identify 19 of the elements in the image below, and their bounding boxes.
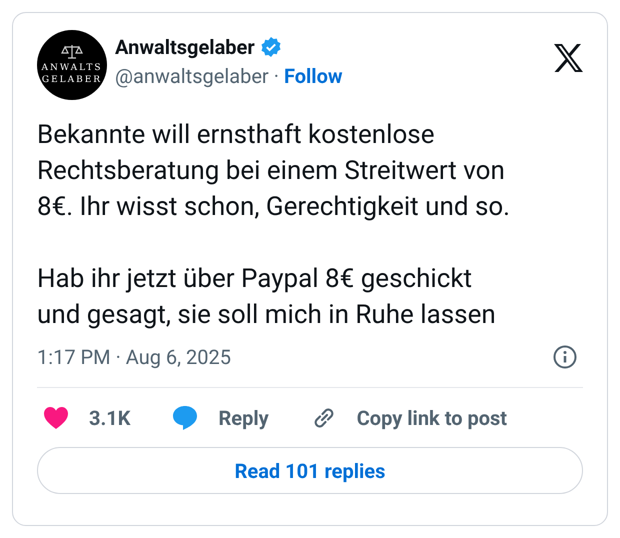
author-handle[interactable]: @anwaltsgelaber [115,62,269,90]
heart-icon [43,406,69,430]
reply-button[interactable]: Reply [172,403,269,433]
avatar-text: GELABER [42,74,102,86]
info-icon[interactable] [553,345,577,369]
scales-icon [61,44,83,60]
speech-bubble-icon [172,405,198,431]
avatar[interactable]: ANWALTS GELABER [37,30,107,100]
read-replies-button[interactable]: Read 101 replies [37,447,583,494]
follow-link[interactable]: Follow [284,62,343,90]
x-logo-icon[interactable] [553,44,583,72]
post-text: Hab ihr jetzt über Paypal 8€ geschickt und gesagt, sie soll mich in Ruhe lassen [37,263,497,332]
like-button[interactable]: 3.1K [43,403,130,433]
copy-link-button[interactable]: Copy link to post [310,403,508,433]
avatar-text: ANWALTS [41,62,103,74]
post-text: Bekannte will ernsthaft kostenlose Rechtsberatung bei einem Streitwert von 8€. Ihr wisst schon, Gerechtigkeit und so. [37,119,512,224]
author-name[interactable]: Anwaltsgelaber [115,34,255,60]
separator: · [274,63,279,90]
timestamp[interactable]: 1:17 PM · Aug 6, 2025 [37,343,232,371]
